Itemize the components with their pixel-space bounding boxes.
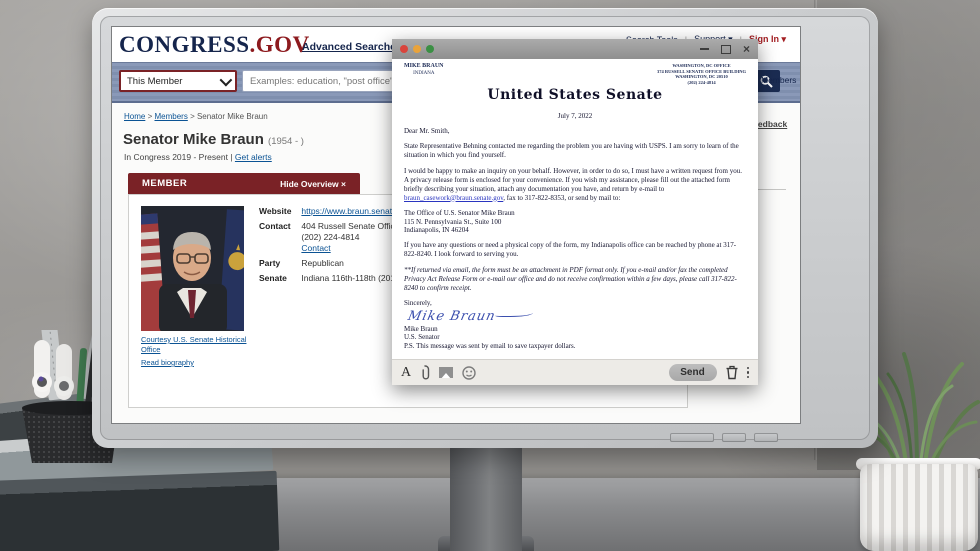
- window-titlebar[interactable]: ×: [392, 39, 758, 59]
- paragraph-4-disclaimer: **If returned via email, the form must b…: [404, 266, 746, 293]
- address-line: The Office of U.S. Senator Mike Braun: [404, 209, 746, 218]
- breadcrumb-separator: >: [148, 112, 153, 121]
- paragraph-2-text: I would be happy to make an inquiry on y…: [404, 167, 742, 193]
- plant-pot: [860, 464, 978, 551]
- signature-line: Mike Braun: [404, 307, 746, 325]
- page-title: Senator Mike Braun (1954 - ): [123, 131, 304, 148]
- monitor: CONGRESS.GOV Advanced Searches Search To…: [92, 8, 878, 448]
- congress-service-text: In Congress 2019 - Present |: [124, 152, 233, 162]
- sender-name: MIKE BRAUN: [404, 63, 444, 70]
- congress-gov-logo[interactable]: CONGRESS.GOV: [119, 32, 310, 58]
- signature-flourish: [495, 310, 533, 317]
- closing: Sincerely,: [404, 299, 746, 307]
- letter-date: July 7, 2022: [404, 112, 746, 120]
- trash-icon[interactable]: [726, 365, 738, 380]
- minimize-icon[interactable]: [700, 48, 709, 50]
- member-years: (1954 - ): [268, 136, 304, 147]
- compose-toolbar: A Send: [392, 359, 758, 385]
- search-scope-value: This Member: [127, 76, 182, 87]
- monitor-controls: [670, 433, 778, 442]
- email-compose-window: × MIKE BRAUN INDIANA WASHINGTON, DC OFFI…: [392, 39, 758, 385]
- close-icon[interactable]: ×: [743, 43, 750, 55]
- letterhead: MIKE BRAUN INDIANA WASHINGTON, DC OFFICE…: [404, 63, 746, 85]
- mailing-address: The Office of U.S. Senator Mike Braun 11…: [404, 209, 746, 235]
- letter-body: MIKE BRAUN INDIANA WASHINGTON, DC OFFICE…: [392, 59, 758, 359]
- book: [0, 471, 279, 551]
- photo-credit-link[interactable]: Courtesy U.S. Senate Historical Office: [141, 335, 261, 355]
- format-text-icon[interactable]: A: [401, 366, 411, 380]
- office-line: (202) 224-4814: [657, 80, 746, 86]
- monitor-plus-button[interactable]: [722, 433, 746, 442]
- address-line: 115 N. Pennsylvania St., Suite 100: [404, 218, 746, 227]
- emoji-icon[interactable]: [462, 366, 476, 380]
- get-alerts-link[interactable]: Get alerts: [235, 152, 272, 162]
- breadcrumb-members[interactable]: Members: [154, 112, 187, 121]
- monitor-minus-button[interactable]: [754, 433, 778, 442]
- browser-viewport: CONGRESS.GOV Advanced Searches Search To…: [112, 27, 800, 423]
- attachment-icon[interactable]: [420, 365, 430, 380]
- sender-block: MIKE BRAUN INDIANA: [404, 63, 444, 77]
- breadcrumb-home[interactable]: Home: [124, 112, 145, 121]
- congress-service-line: In Congress 2019 - Present | Get alerts: [124, 152, 272, 162]
- postscript: P.S. This message was sent by email to s…: [404, 342, 746, 351]
- senate-masthead: United States Senate: [404, 87, 746, 103]
- logo-gov-text: .GOV: [250, 32, 310, 57]
- sender-state: INDIANA: [404, 70, 444, 77]
- paragraph-3: If you have any questions or need a phys…: [404, 241, 746, 259]
- address-line: Indianapolis, IN 46204: [404, 226, 746, 235]
- office-block: WASHINGTON, DC OFFICE 374 RUSSELL SENATE…: [657, 63, 746, 85]
- office-phone: (202) 224-4814: [301, 232, 359, 242]
- hide-overview-button[interactable]: Hide Overview ×: [280, 179, 346, 189]
- member-portrait: [141, 206, 244, 331]
- casework-email-link[interactable]: braun_casework@braun.senate.gov: [404, 194, 503, 202]
- maximize-icon[interactable]: [721, 45, 731, 54]
- contact-link[interactable]: Contact: [301, 243, 330, 253]
- detail-label: Senate: [259, 273, 299, 283]
- search-scope-dropdown[interactable]: This Member: [119, 70, 237, 92]
- zoom-traffic-light-icon[interactable]: [426, 45, 434, 53]
- paragraph-2: I would be happy to make an inquiry on y…: [404, 167, 746, 203]
- detail-label: Contact: [259, 221, 299, 231]
- member-name: Senator Mike Braun: [123, 131, 264, 148]
- monitor-stand: [450, 446, 522, 551]
- logo-congress-text: CONGRESS: [119, 32, 250, 57]
- monitor-menu-button[interactable]: [670, 433, 714, 442]
- signature: Mike Braun: [406, 309, 497, 324]
- detail-label: Website: [259, 206, 299, 216]
- paragraph-2-tail: , fax to 317-822-8353, or send by mail t…: [503, 194, 620, 202]
- search-placeholder: Examples: education, "post office": [250, 76, 393, 87]
- read-biography-link[interactable]: Read biography: [141, 358, 194, 367]
- desktop-scene: CONGRESS.GOV Advanced Searches Search To…: [0, 0, 980, 551]
- portrait-illustration: [141, 206, 244, 331]
- send-button[interactable]: Send: [669, 364, 717, 381]
- close-traffic-light-icon[interactable]: [400, 45, 408, 53]
- member-tab-label: MEMBER: [142, 178, 187, 189]
- member-overview-tab[interactable]: MEMBER Hide Overview ×: [128, 173, 360, 194]
- salutation: Dear Mr. Smith,: [404, 127, 746, 136]
- more-options-icon[interactable]: [747, 367, 750, 379]
- advanced-searches-link[interactable]: Advanced Searches: [302, 41, 402, 53]
- breadcrumb-separator: >: [190, 112, 195, 121]
- insert-image-icon[interactable]: [439, 367, 453, 378]
- breadcrumb: Home > Members > Senator Mike Braun: [124, 112, 268, 121]
- paragraph-1: State Representative Behning contacted m…: [404, 142, 746, 160]
- signed-name: Mike Braun: [404, 325, 746, 334]
- breadcrumb-current: Senator Mike Braun: [197, 112, 268, 121]
- signed-title: U.S. Senator: [404, 333, 746, 342]
- minimize-traffic-light-icon[interactable]: [413, 45, 421, 53]
- members-nav-label[interactable]: Members: [761, 75, 796, 85]
- chevron-down-icon: [220, 73, 233, 86]
- detail-label: Party: [259, 258, 299, 268]
